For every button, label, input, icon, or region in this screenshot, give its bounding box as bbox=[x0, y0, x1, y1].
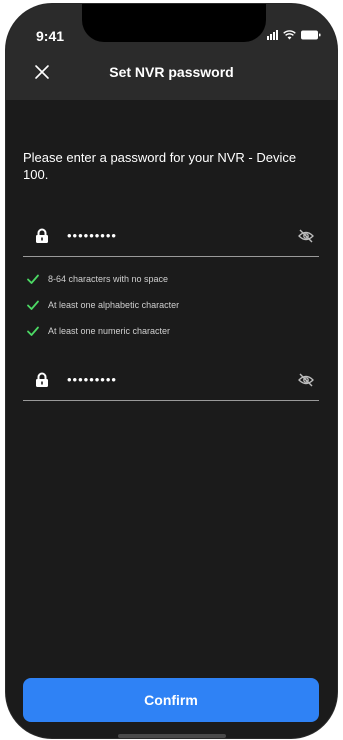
hide-password-icon[interactable] bbox=[297, 228, 315, 249]
confirm-password-value: ••••••••• bbox=[67, 372, 117, 387]
password-field[interactable]: ••••••••• bbox=[23, 226, 319, 257]
status-time: 9:41 bbox=[36, 28, 65, 44]
instruction-text: Please enter a password for your NVR - D… bbox=[23, 150, 297, 182]
rule-item: 8-64 characters with no space bbox=[26, 266, 179, 292]
rule-label: At least one alphabetic character bbox=[48, 300, 180, 310]
status-icons bbox=[267, 28, 321, 42]
check-icon bbox=[27, 274, 39, 284]
phone-screen: 9:41 Set NVR password Please enter a pas… bbox=[6, 4, 337, 738]
notch bbox=[82, 4, 266, 42]
confirm-password-field[interactable]: ••••••••• bbox=[23, 370, 319, 401]
battery-icon bbox=[301, 30, 321, 40]
rule-item: At least one numeric character bbox=[26, 318, 179, 344]
confirm-button[interactable]: Confirm bbox=[23, 678, 319, 722]
rule-label: At least one numeric character bbox=[48, 326, 171, 336]
lock-icon bbox=[35, 228, 49, 249]
rule-item: At least one alphabetic character bbox=[26, 292, 179, 318]
check-icon bbox=[27, 300, 39, 310]
page-title: Set NVR password bbox=[109, 64, 234, 80]
check-icon bbox=[27, 326, 39, 336]
cellular-signal-icon bbox=[267, 30, 278, 40]
rule-label: 8-64 characters with no space bbox=[48, 274, 169, 284]
hide-password-icon[interactable] bbox=[297, 372, 315, 393]
password-rules-list: 8-64 characters with no space At least o… bbox=[26, 266, 179, 344]
wifi-icon bbox=[283, 30, 296, 40]
password-value: ••••••••• bbox=[67, 228, 117, 243]
lock-icon bbox=[35, 372, 49, 393]
home-indicator bbox=[118, 734, 226, 738]
